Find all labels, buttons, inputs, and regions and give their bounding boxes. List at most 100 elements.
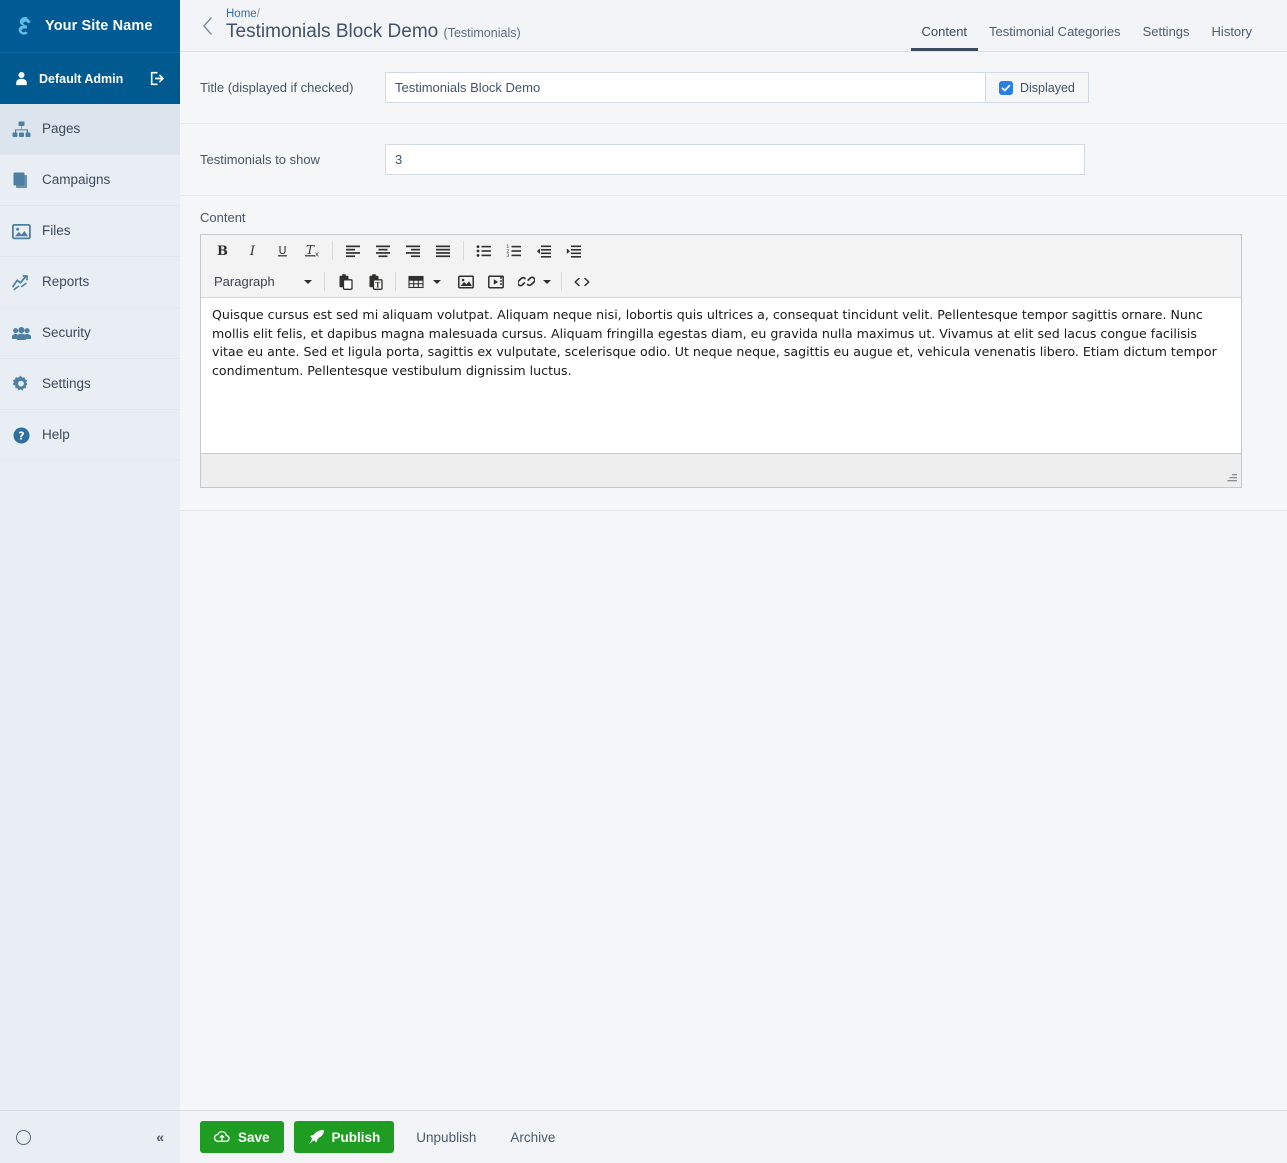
user-icon — [14, 71, 29, 86]
archive-button[interactable]: Archive — [498, 1121, 567, 1153]
format-select[interactable]: Paragraph — [207, 269, 319, 294]
toolbar-separator — [395, 272, 396, 291]
testimonials-count-input[interactable] — [385, 144, 1085, 175]
sidebar-item-label: Help — [42, 427, 70, 443]
rich-text-editor: B I U Tx 1 2 3 Paragraph T Quisque cursu… — [200, 234, 1242, 488]
collapse-sidebar-button[interactable]: « — [156, 1130, 164, 1144]
sidebar-item-files[interactable]: Files — [0, 206, 180, 257]
svg-text:U: U — [278, 244, 286, 257]
tab-settings[interactable]: Settings — [1132, 14, 1201, 51]
brand-header[interactable]: Your Site Name — [0, 0, 180, 52]
chevron-down-icon — [433, 279, 441, 284]
source-code-icon[interactable] — [567, 268, 597, 295]
table-icon[interactable] — [401, 268, 431, 295]
paste-icon[interactable] — [330, 268, 360, 295]
tab-content[interactable]: Content — [910, 14, 979, 51]
form-area: Title (displayed if checked) Displayed — [180, 52, 1287, 1110]
sitemap-icon — [11, 119, 31, 139]
loading-circle-icon — [16, 1129, 31, 1145]
page-title-text: Testimonials Block Demo — [226, 21, 439, 42]
sidebar-item-pages[interactable]: Pages — [0, 104, 180, 155]
silverstripe-logo-icon — [10, 13, 36, 39]
displayed-checkbox-label: Displayed — [1020, 80, 1075, 95]
align-justify-icon[interactable] — [428, 237, 458, 264]
cloud-upload-icon — [214, 1130, 230, 1144]
sidebar-item-settings[interactable]: Settings — [0, 359, 180, 410]
tab-history[interactable]: History — [1201, 14, 1263, 51]
bold-icon[interactable]: B — [207, 237, 237, 264]
toolbar-separator — [463, 241, 464, 260]
paste-as-text-icon[interactable]: T — [360, 268, 390, 295]
sidebar-spacer — [0, 461, 180, 1110]
numbered-list-icon[interactable]: 123 — [499, 237, 529, 264]
toolbar-separator — [324, 272, 325, 291]
resize-grip-icon[interactable] — [1226, 472, 1238, 484]
displayed-checkbox[interactable] — [999, 80, 1013, 95]
svg-text:3: 3 — [506, 253, 509, 258]
align-center-icon[interactable] — [368, 237, 398, 264]
users-group-icon — [11, 323, 31, 343]
field-row-title: Title (displayed if checked) Displayed — [180, 52, 1287, 124]
publish-button[interactable]: Publish — [293, 1121, 395, 1153]
toolbar-separator — [332, 241, 333, 260]
sidebar-item-label: Reports — [42, 274, 90, 290]
svg-text:?: ? — [18, 429, 24, 442]
sidebar-item-reports[interactable]: Reports — [0, 257, 180, 308]
svg-text:x: x — [314, 251, 318, 259]
svg-text:T: T — [305, 243, 314, 257]
align-right-icon[interactable] — [398, 237, 428, 264]
image-files-icon — [11, 221, 31, 241]
insert-media-icon[interactable] — [481, 268, 511, 295]
chevron-down-icon — [304, 279, 312, 284]
underline-icon[interactable]: U — [267, 237, 297, 264]
editor-toolbar-row-2: Paragraph T — [201, 266, 1241, 297]
chart-line-icon — [11, 272, 31, 292]
sidebar-item-label: Campaigns — [42, 172, 111, 188]
toolbar-separator — [561, 272, 562, 291]
outdent-icon[interactable] — [529, 237, 559, 264]
sidebar: Your Site Name Default Admin Pages Campa… — [0, 0, 180, 1163]
sidebar-item-help[interactable]: ? Help — [0, 410, 180, 461]
brand-name: Your Site Name — [45, 18, 153, 34]
editor-toolbar-row-1: B I U Tx 1 2 3 — [201, 235, 1241, 266]
logout-icon[interactable] — [149, 70, 166, 87]
tab-testimonial-categories[interactable]: Testimonial Categories — [978, 14, 1132, 51]
profile-bar: Default Admin — [0, 52, 180, 104]
editor-content-body[interactable]: Quisque cursus est sed mi aliquam volutp… — [201, 298, 1241, 453]
unpublish-button[interactable]: Unpublish — [404, 1121, 488, 1153]
sidebar-item-label: Pages — [42, 121, 81, 137]
insert-link-icon[interactable] — [511, 268, 541, 295]
field-row-content: Content B I U T x 1 2 3 Paragraph T Quis… — [180, 196, 1287, 511]
admin-app: Your Site Name Default Admin Pages Campa… — [0, 0, 1287, 1163]
action-bar: Save Publish Unpublish Archive — [180, 1110, 1287, 1163]
sidebar-item-campaigns[interactable]: Campaigns — [0, 155, 180, 206]
remove-format-icon[interactable]: Tx — [297, 237, 327, 264]
breadcrumb-home-link[interactable]: Home — [226, 8, 257, 20]
sidebar-item-security[interactable]: Security — [0, 308, 180, 359]
check-icon — [1001, 83, 1011, 93]
chevron-left-icon[interactable] — [194, 0, 220, 51]
campaigns-stack-icon — [11, 170, 31, 190]
title-block: Home/ Testimonials Block Demo (Testimoni… — [220, 0, 911, 51]
bullet-list-icon[interactable] — [469, 237, 499, 264]
italic-icon[interactable]: I — [237, 237, 267, 264]
sidebar-item-label: Files — [42, 223, 71, 239]
rocket-icon — [308, 1129, 324, 1145]
title-input[interactable] — [385, 72, 985, 103]
page-title: Testimonials Block Demo (Testimonials) — [226, 21, 911, 44]
indent-icon[interactable] — [559, 237, 589, 264]
table-button-group[interactable] — [401, 268, 441, 295]
displayed-checkbox-group[interactable]: Displayed — [985, 72, 1089, 103]
link-button-group[interactable] — [511, 268, 551, 295]
insert-image-icon[interactable] — [451, 268, 481, 295]
chevron-down-icon — [543, 279, 551, 284]
save-button[interactable]: Save — [200, 1121, 284, 1153]
sidebar-item-label: Settings — [42, 376, 91, 392]
breadcrumb-separator: / — [256, 8, 260, 20]
main-panel: Home/ Testimonials Block Demo (Testimoni… — [180, 0, 1287, 1163]
title-field-label: Title (displayed if checked) — [200, 80, 354, 95]
content-field-label: Content — [200, 210, 246, 225]
editor-toolbar: B I U Tx 1 2 3 Paragraph T — [201, 235, 1241, 298]
editor-status-bar — [201, 453, 1241, 487]
align-left-icon[interactable] — [338, 237, 368, 264]
